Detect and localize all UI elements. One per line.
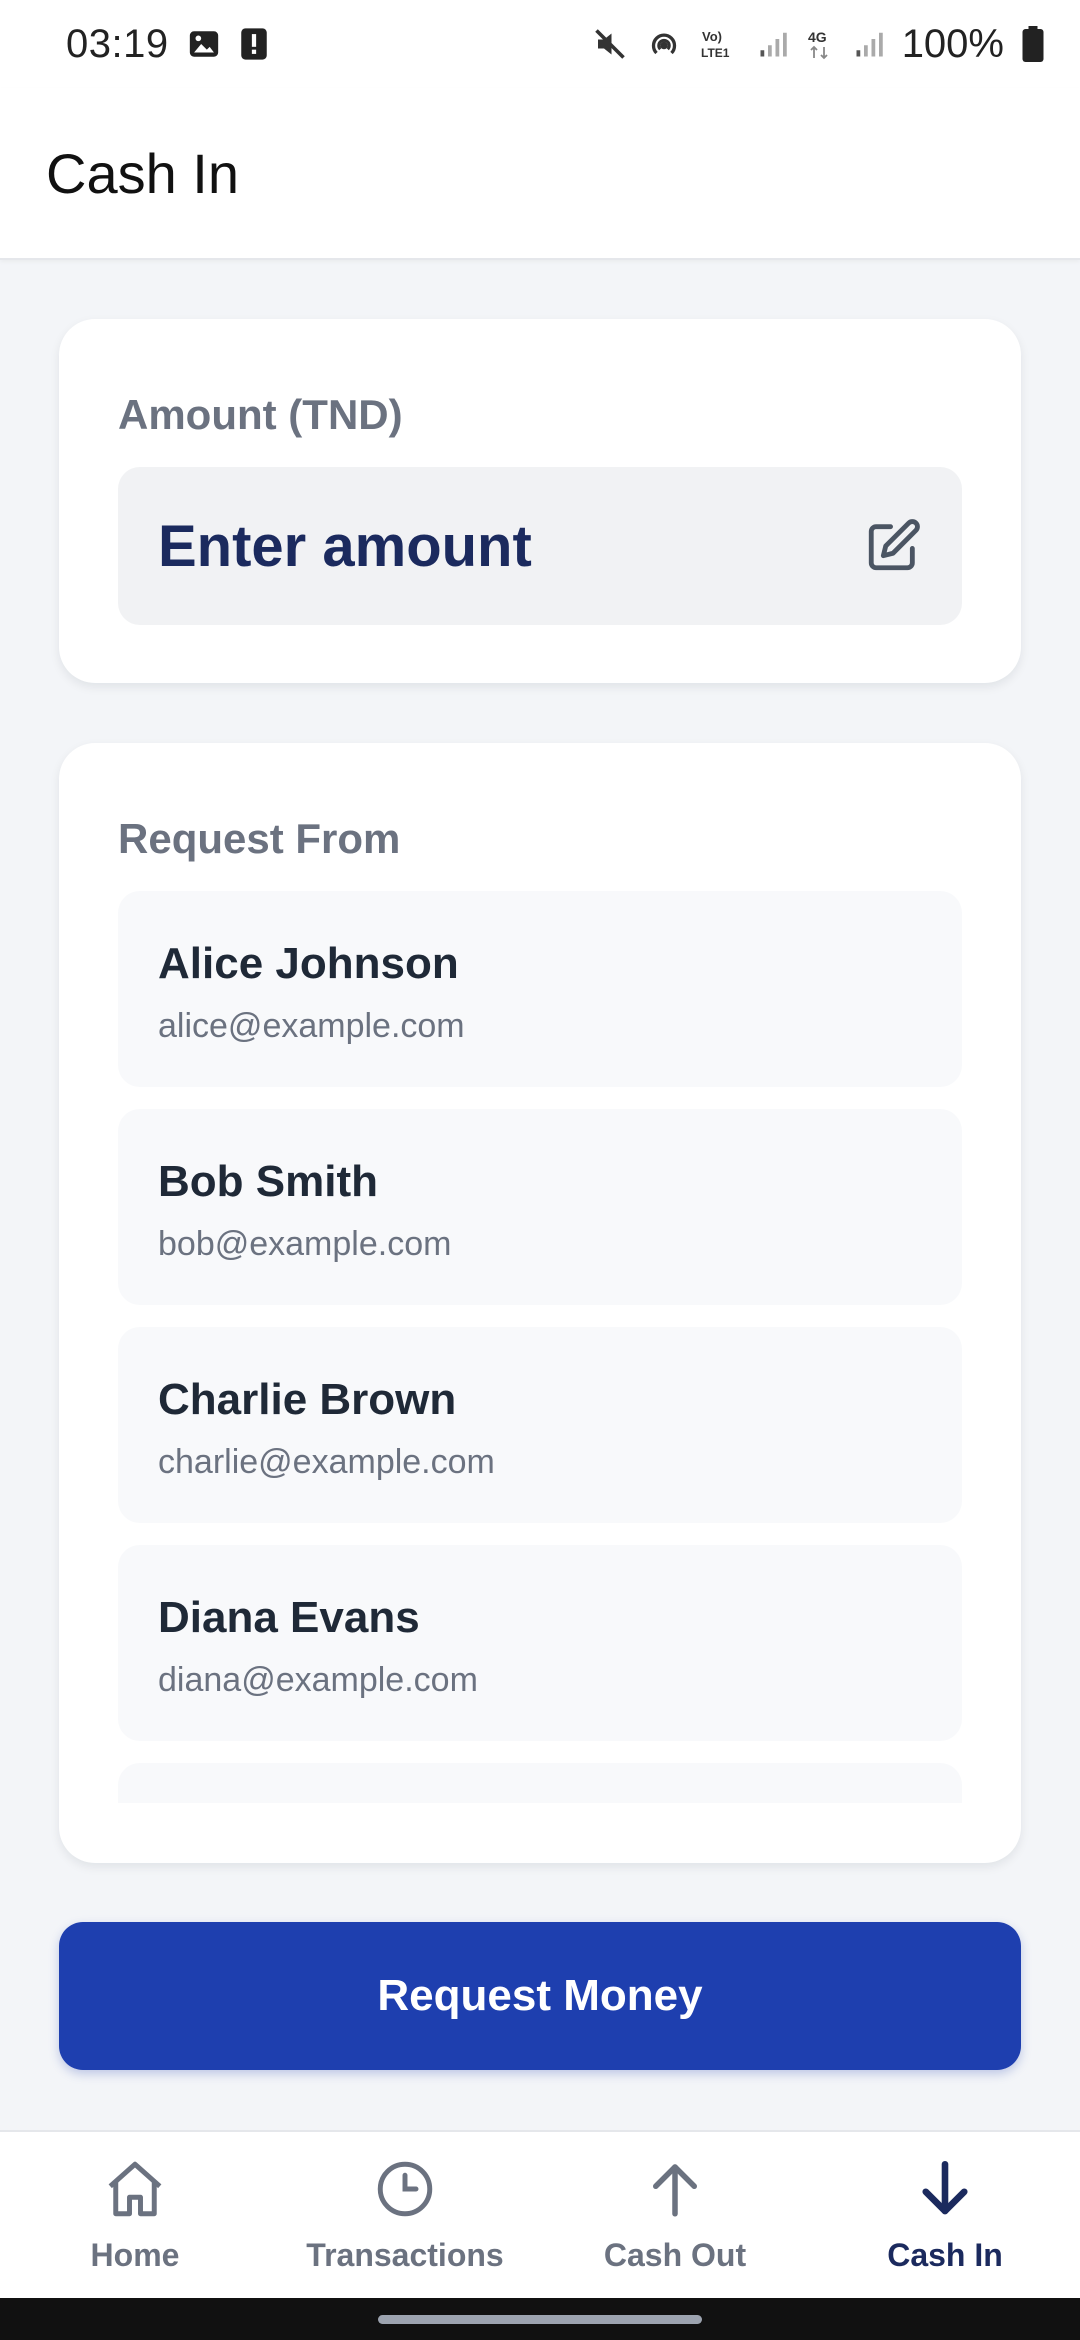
nav-item-home[interactable]: Home [0, 2132, 270, 2298]
battery-level: 100% [901, 21, 1004, 66]
status-time: 03:19 [66, 21, 169, 66]
nav-label: Cash In [887, 2237, 1003, 2273]
nav-label: Home [90, 2237, 180, 2273]
status-right: Vo) LTE1 4G 100% [592, 22, 1044, 67]
contact-item[interactable]: Alice Johnson alice@example.com [118, 891, 962, 1087]
arrow-down-icon [912, 2156, 978, 2227]
contact-name: Alice Johnson [158, 939, 459, 988]
nav-label: Cash Out [603, 2237, 747, 2273]
amount-label: Amount (TND) [118, 391, 403, 438]
home-icon [100, 2156, 170, 2227]
contact-item[interactable]: Diana Evans diana@example.com [118, 1545, 962, 1741]
volte-icon: Vo) LTE1 [700, 26, 740, 62]
request-from-card: Request From Alice Johnson alice@example… [59, 743, 1021, 1863]
nav-item-cash-in[interactable]: Cash In [810, 2132, 1080, 2298]
contact-email: charlie@example.com [158, 1443, 495, 1481]
amount-card: Amount (TND) Enter amount [59, 319, 1021, 683]
signal-icon [854, 28, 884, 60]
status-left: 03:19 [66, 22, 269, 67]
contact-email: diana@example.com [158, 1661, 478, 1699]
contact-name: Diana Evans [158, 1593, 420, 1642]
clock-icon [372, 2156, 438, 2227]
image-icon [187, 27, 221, 61]
svg-text:4G: 4G [808, 29, 827, 45]
contact-email: alice@example.com [158, 1007, 465, 1045]
cash-in-screen: 03:19 Vo) LTE1 4G 100% Cash In Amount (T… [0, 0, 1080, 2340]
edit-icon[interactable] [864, 517, 922, 575]
gesture-handle[interactable] [378, 2314, 702, 2324]
contact-email: bob@example.com [158, 1225, 452, 1263]
contact-item[interactable]: Charlie Brown charlie@example.com [118, 1327, 962, 1523]
nav-label: Transactions [306, 2237, 504, 2273]
bottom-nav: Home Transactions Cash Out Cash In [0, 2130, 1080, 2298]
amount-placeholder: Enter amount [158, 513, 532, 579]
request-from-label: Request From [118, 815, 401, 862]
4g-icon: 4G [806, 26, 836, 62]
battery-icon [1022, 26, 1044, 62]
contact-list[interactable]: Alice Johnson alice@example.com Bob Smit… [118, 891, 962, 1803]
nav-item-transactions[interactable]: Transactions [270, 2132, 540, 2298]
arrow-up-icon [642, 2156, 708, 2227]
contact-name: Bob Smith [158, 1157, 378, 1206]
status-bar: 03:19 Vo) LTE1 4G 100% [0, 0, 1080, 88]
svg-text:Vo): Vo) [702, 29, 722, 44]
gesture-bar [0, 2298, 1080, 2340]
signal-icon [758, 28, 788, 60]
svg-text:LTE1: LTE1 [701, 46, 730, 60]
mute-icon [592, 26, 628, 62]
contact-item[interactable]: Bob Smith bob@example.com [118, 1109, 962, 1305]
nav-item-cash-out[interactable]: Cash Out [540, 2132, 810, 2298]
hotspot-icon [646, 26, 682, 62]
app-bar: Cash In [0, 88, 1080, 260]
contact-name: Charlie Brown [158, 1375, 457, 1424]
amount-input[interactable]: Enter amount [118, 467, 962, 625]
request-money-button[interactable]: Request Money [59, 1922, 1021, 2070]
page-title: Cash In [46, 141, 239, 205]
contact-item-partial[interactable] [118, 1763, 962, 1803]
alert-icon [239, 27, 269, 61]
